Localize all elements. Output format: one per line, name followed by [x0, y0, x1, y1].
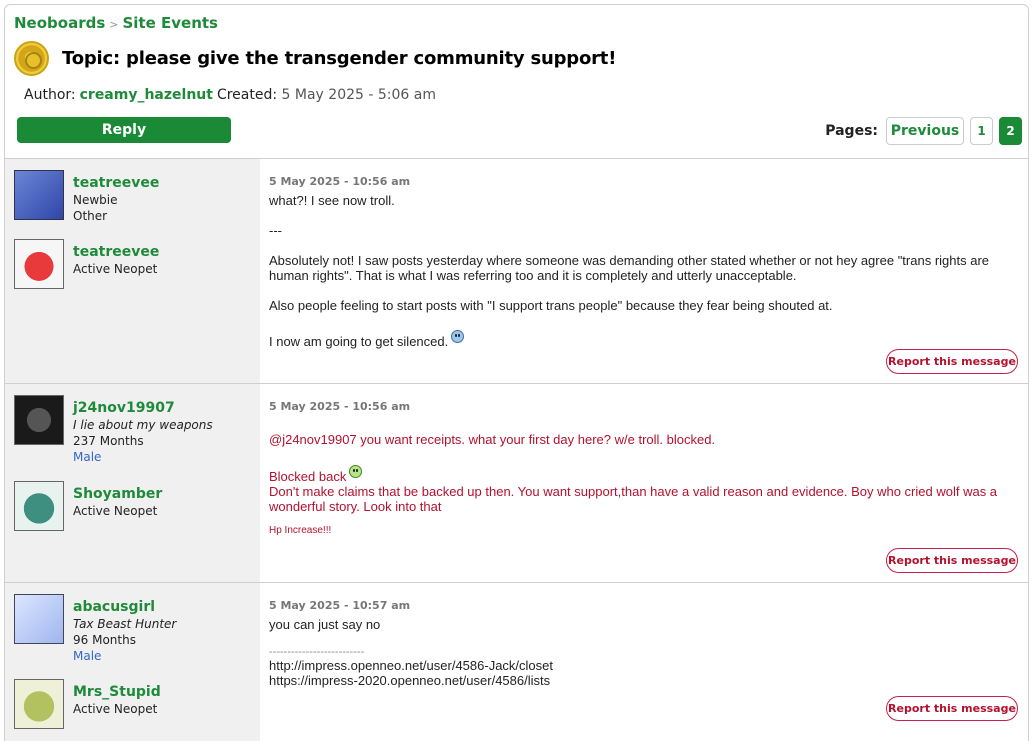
- post-author-panel: teatreevee Newbie Other teatreevee Activ…: [5, 159, 260, 384]
- report-message-button[interactable]: Report this message: [886, 548, 1018, 573]
- signature-link[interactable]: https://impress-2020.openneo.net/user/45…: [269, 673, 1018, 688]
- user-title: I lie about my weapons: [73, 418, 213, 432]
- previous-page-button[interactable]: Previous: [886, 117, 964, 145]
- breadcrumb-site-events[interactable]: Site Events: [122, 14, 218, 32]
- petname-link[interactable]: Mrs_Stupid: [73, 684, 258, 700]
- username-link[interactable]: j24nov19907: [73, 400, 258, 416]
- pagination: Pages: Previous 1 2: [825, 117, 1022, 145]
- pet-status: Active Neopet: [73, 504, 158, 518]
- happy-smiley-icon: [349, 465, 363, 478]
- user-age: 96 Months: [73, 633, 136, 647]
- post-date: 5 May 2025 - 10:56 am: [269, 400, 411, 413]
- pet-status: Active Neopet: [73, 702, 158, 716]
- created-date: 5 May 2025 - 5:06 am: [281, 87, 436, 103]
- user-avatar[interactable]: [14, 395, 64, 445]
- message-line: ---: [269, 223, 282, 238]
- pet-avatar[interactable]: [14, 481, 64, 531]
- post-body: 5 May 2025 - 10:56 am what?! I see now t…: [260, 159, 1028, 384]
- message-line: Blocked back: [269, 469, 347, 484]
- post-body: 5 May 2025 - 10:56 am @j24nov19907 you w…: [260, 384, 1028, 583]
- sad-smiley-icon: [451, 330, 465, 343]
- user-title: Tax Beast Hunter: [73, 617, 177, 631]
- message-line: Also people feeling to start posts with …: [269, 298, 833, 313]
- user-gender: Male: [73, 450, 102, 464]
- forum-post: abacusgirl Tax Beast Hunter 96 Months Ma…: [5, 582, 1028, 741]
- page-1-button[interactable]: 1: [970, 117, 993, 145]
- forum-post: teatreevee Newbie Other teatreevee Activ…: [5, 158, 1028, 384]
- message-line: @j24nov19907 you want receipts. what you…: [269, 432, 716, 447]
- post-date: 5 May 2025 - 10:57 am: [269, 599, 411, 612]
- message-signature: Hp Increase!!!: [269, 525, 332, 536]
- post-message: you can just say no --------------------…: [269, 617, 1018, 688]
- signature-divider: --------------------------: [269, 646, 365, 658]
- report-message-button[interactable]: Report this message: [886, 349, 1018, 374]
- user-avatar[interactable]: [14, 594, 64, 644]
- breadcrumb: Neoboards > Site Events: [14, 14, 218, 32]
- username-link[interactable]: abacusgirl: [73, 599, 258, 615]
- pages-label: Pages:: [825, 123, 878, 139]
- message-line: Don't make claims that be backed up then…: [269, 484, 998, 514]
- pet-avatar[interactable]: [14, 679, 64, 729]
- post-author-panel: j24nov19907 I lie about my weapons 237 M…: [5, 384, 260, 583]
- breadcrumb-neoboards[interactable]: Neoboards: [14, 14, 105, 32]
- breadcrumb-separator: >: [109, 18, 119, 31]
- forum-post: j24nov19907 I lie about my weapons 237 M…: [5, 383, 1028, 583]
- user-avatar[interactable]: [14, 170, 64, 220]
- pet-status: Active Neopet: [73, 262, 158, 276]
- post-message: @j24nov19907 you want receipts. what you…: [269, 432, 1018, 538]
- message-line: Absolutely not! I saw posts yesterday wh…: [269, 253, 990, 283]
- signature-link[interactable]: http://impress.openneo.net/user/4586-Jac…: [269, 658, 1018, 673]
- user-gender: Other: [73, 209, 108, 223]
- page-title: Topic: please give the transgender commu…: [62, 48, 617, 69]
- message-line: what?! I see now troll.: [269, 193, 395, 208]
- petname-link[interactable]: teatreevee: [73, 244, 258, 260]
- report-message-button[interactable]: Report this message: [886, 696, 1018, 721]
- user-gender: Male: [73, 649, 102, 663]
- petname-link[interactable]: Shoyamber: [73, 486, 258, 502]
- topic-meta: Author: creamy_hazelnut Created: 5 May 202…: [24, 87, 436, 103]
- page-2-button[interactable]: 2: [999, 117, 1022, 145]
- user-age: 237 Months: [73, 434, 144, 448]
- message-line: you can just say no: [269, 617, 381, 632]
- post-author-panel: abacusgirl Tax Beast Hunter 96 Months Ma…: [5, 583, 260, 741]
- post-body: 5 May 2025 - 10:57 am you can just say n…: [260, 583, 1028, 741]
- message-line: I now am going to get silenced.: [269, 334, 449, 349]
- author-link[interactable]: creamy_hazelnut: [80, 87, 213, 103]
- post-message: what?! I see now troll. --- Absolutely n…: [269, 193, 1018, 349]
- username-link[interactable]: teatreevee: [73, 175, 258, 191]
- user-rank: Newbie: [73, 193, 118, 207]
- reply-button[interactable]: Reply: [17, 117, 231, 143]
- author-label: Author:: [24, 87, 76, 103]
- post-date: 5 May 2025 - 10:56 am: [269, 175, 411, 188]
- pet-avatar[interactable]: [14, 239, 64, 289]
- created-label: Created:: [216, 87, 278, 103]
- topic-board-icon: [14, 41, 49, 76]
